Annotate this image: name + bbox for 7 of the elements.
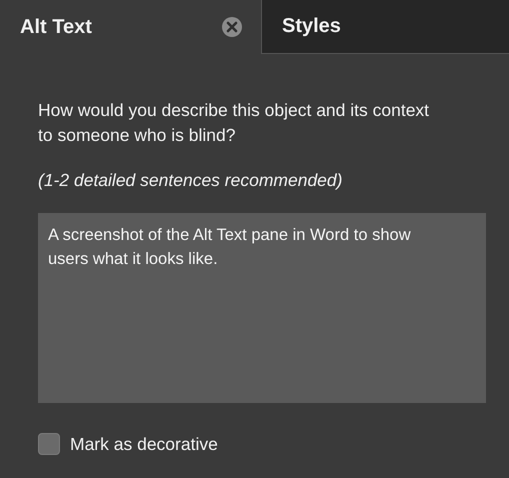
alt-text-field[interactable]: A screenshot of the Alt Text pane in Word to show users what it looks like. <box>38 213 486 403</box>
hint-text: (1-2 detailed sentences recommended) <box>38 170 344 191</box>
checkbox-label[interactable]: Mark as decorative <box>70 434 218 454</box>
checkbox[interactable] <box>38 433 60 455</box>
close-icon[interactable] <box>221 16 243 38</box>
prompt-text: How would you describe this object and its context to someone who is blind? <box>38 99 430 147</box>
tab[interactable]: Styles <box>262 0 509 54</box>
